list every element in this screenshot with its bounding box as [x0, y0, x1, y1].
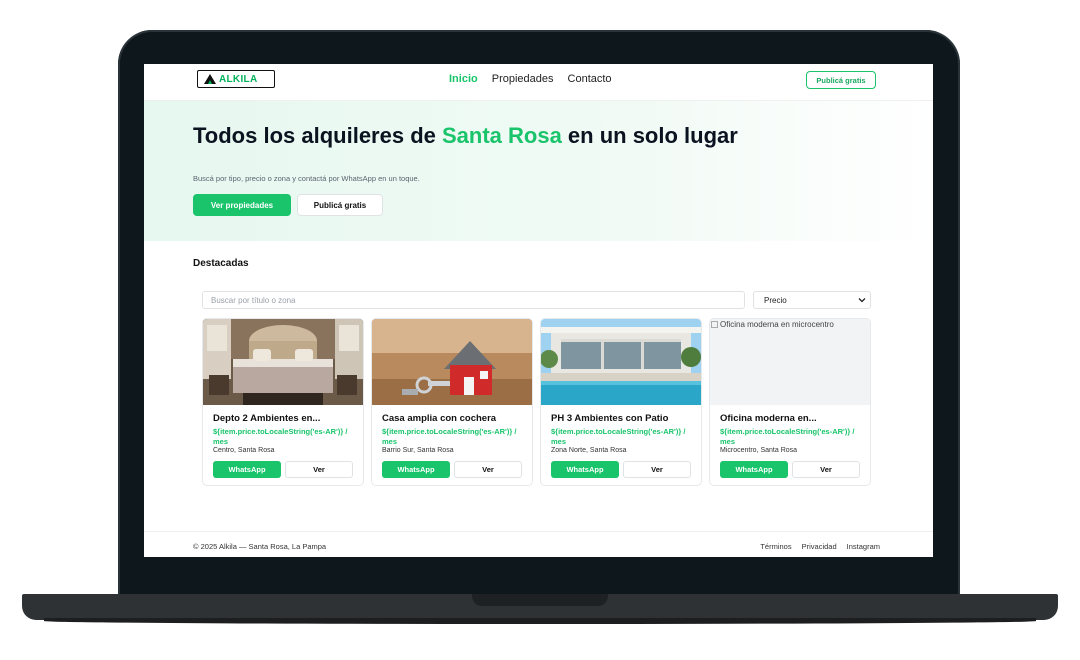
card-location: Zona Norte, Santa Rosa [551, 447, 627, 454]
view-button[interactable]: Ver [623, 461, 691, 478]
view-button[interactable]: Ver [792, 461, 860, 478]
browser-screen: ALKILA Inicio Propiedades Contacto Publi… [144, 64, 933, 557]
card-price: ${item.price.toLocaleString('es-AR')} / … [213, 427, 348, 446]
view-button[interactable]: Ver [454, 461, 522, 478]
bedroom-photo[interactable] [203, 319, 363, 405]
footer-links: Términos Privacidad Instagram [760, 542, 880, 551]
property-card[interactable]: Casa amplia con cochera ${item.price.toL… [371, 318, 533, 486]
whatsapp-button[interactable]: WhatsApp [551, 461, 619, 478]
footer-link-terms[interactable]: Términos [760, 542, 791, 551]
house-key-image [372, 319, 532, 405]
card-title[interactable]: Casa amplia con cochera [382, 413, 496, 424]
whatsapp-button[interactable]: WhatsApp [213, 461, 281, 478]
featured-title: Destacadas [193, 258, 249, 269]
hero-title-post: en un solo lugar [561, 123, 738, 148]
sort-select[interactable]: Precio [753, 291, 871, 309]
search-input[interactable]: Buscar por título o zona [202, 291, 745, 309]
bedroom-image [203, 319, 363, 405]
laptop-base-shadow [44, 618, 1036, 624]
brand-logo[interactable]: ALKILA [197, 70, 275, 88]
whatsapp-button[interactable]: WhatsApp [382, 461, 450, 478]
view-button[interactable]: Ver [285, 461, 353, 478]
card-price: ${item.price.toLocaleString('es-AR')} / … [551, 427, 686, 446]
nav-link-inicio[interactable]: Inicio [449, 73, 478, 85]
image-alt-text: Oficina moderna en microcentro [711, 320, 834, 329]
hero-title: Todos los alquileres de Santa Rosa en un… [193, 123, 833, 148]
card-price: ${item.price.toLocaleString('es-AR')} / … [720, 427, 855, 446]
hero-title-accent: Santa Rosa [441, 123, 562, 148]
footer-link-instagram[interactable]: Instagram [847, 542, 880, 551]
card-title[interactable]: PH 3 Ambientes con Patio [551, 413, 668, 424]
sort-select-value: Precio [764, 295, 787, 305]
chevron-down-icon [858, 298, 866, 303]
house-key-photo[interactable] [372, 319, 532, 405]
card-price: ${item.price.toLocaleString('es-AR')} / … [382, 427, 517, 446]
card-title[interactable]: Depto 2 Ambientes en... [213, 413, 320, 424]
broken-image-icon [711, 321, 718, 328]
brand-name: ALKILA [219, 73, 258, 85]
card-location: Barrio Sur, Santa Rosa [382, 447, 454, 454]
publish-free-button[interactable]: Publicá gratis [297, 194, 383, 216]
hero-section: Todos los alquileres de Santa Rosa en un… [144, 101, 933, 241]
property-card[interactable]: PH 3 Ambientes con Patio ${item.price.to… [540, 318, 702, 486]
view-properties-button[interactable]: Ver propiedades [193, 194, 291, 216]
laptop-notch [472, 594, 608, 606]
whatsapp-button[interactable]: WhatsApp [720, 461, 788, 478]
card-title[interactable]: Oficina moderna en... [720, 413, 817, 424]
footer: © 2025 Alkila — Santa Rosa, La Pampa Tér… [144, 531, 933, 557]
logo-mark-icon [204, 74, 216, 84]
footer-link-privacy[interactable]: Privacidad [802, 542, 837, 551]
card-location: Microcentro, Santa Rosa [720, 447, 798, 454]
pool-house-image [541, 319, 701, 405]
hero-subtitle: Buscá por tipo, precio o zona y contactá… [193, 174, 420, 183]
footer-copyright: © 2025 Alkila — Santa Rosa, La Pampa [193, 542, 327, 551]
card-location: Centro, Santa Rosa [213, 447, 275, 454]
nav-link-contacto[interactable]: Contacto [568, 73, 612, 85]
broken-image[interactable]: Oficina moderna en microcentro [710, 319, 870, 405]
hero-title-pre: Todos los alquileres de [193, 123, 442, 148]
property-cards: Depto 2 Ambientes en... ${item.price.toL… [202, 318, 872, 486]
nav-links: Inicio Propiedades Contacto [449, 73, 612, 85]
nav-publish-button[interactable]: Publicá gratis [806, 71, 876, 89]
top-navbar: ALKILA Inicio Propiedades Contacto Publi… [144, 64, 933, 101]
image-alt-label: Oficina moderna en microcentro [720, 320, 834, 329]
property-card[interactable]: Oficina moderna en microcentro Oficina m… [709, 318, 871, 486]
nav-link-propiedades[interactable]: Propiedades [492, 73, 554, 85]
pool-house-photo[interactable] [541, 319, 701, 405]
property-card[interactable]: Depto 2 Ambientes en... ${item.price.toL… [202, 318, 364, 486]
